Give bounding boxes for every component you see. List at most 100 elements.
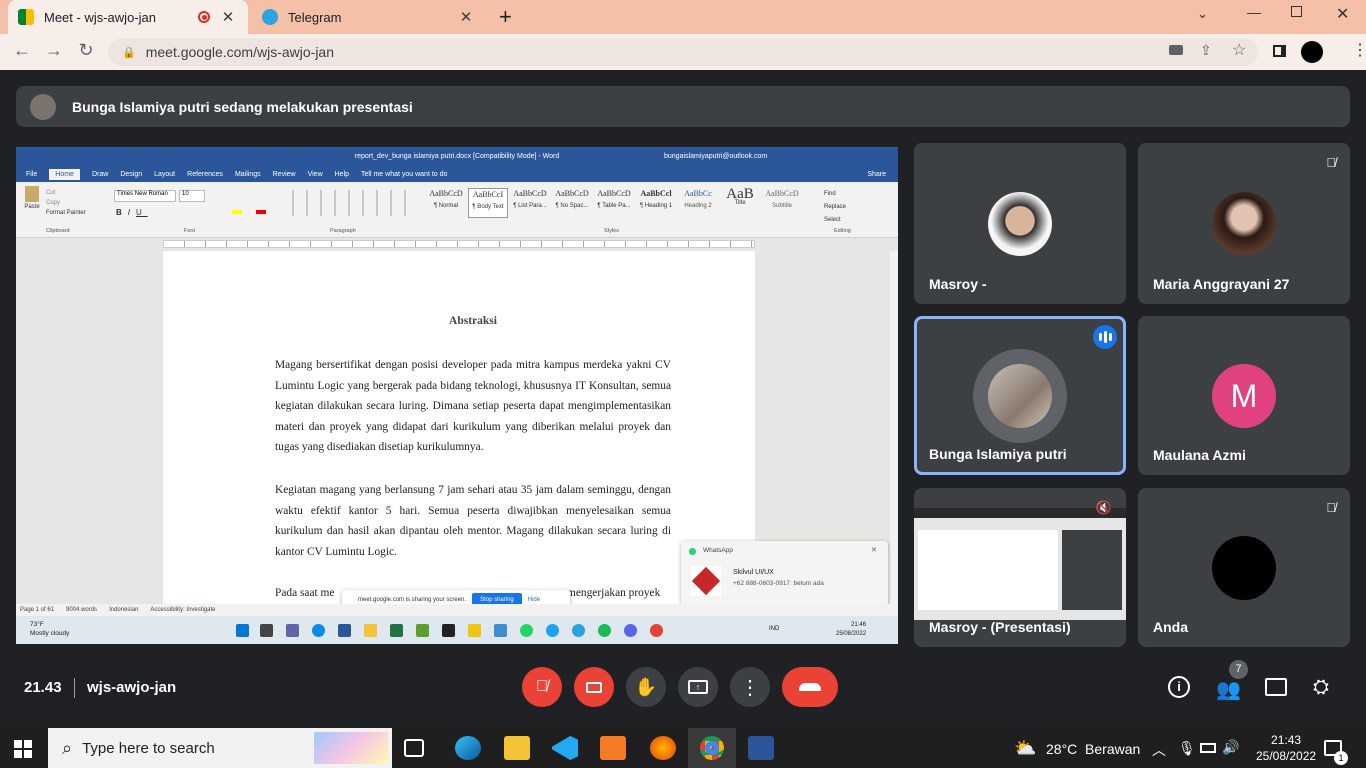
- font-color-icon[interactable]: [256, 210, 266, 214]
- style-body-text[interactable]: AaBbCcI ¶ Body Text: [468, 188, 508, 218]
- firefox-icon[interactable]: [650, 736, 676, 760]
- style-list-paragraph[interactable]: AaBbCcD ¶ List Para...: [510, 188, 550, 218]
- sharing-notice-text: meet.google.com is sharing your screen.: [358, 597, 467, 603]
- whatsapp-body: +62 888-0603-0917: belum ada: [733, 580, 824, 587]
- participant-photo: [988, 192, 1052, 256]
- ribbon-tab-mailings[interactable]: Mailings: [235, 171, 261, 178]
- reload-icon[interactable]: ↻: [75, 40, 97, 61]
- minimize-icon[interactable]: —: [1247, 4, 1261, 20]
- ribbon-tab-references[interactable]: References: [187, 171, 223, 178]
- share-icon[interactable]: ⇪: [1200, 42, 1212, 59]
- back-icon[interactable]: ←: [11, 40, 33, 61]
- hide-button[interactable]: Hide: [528, 597, 540, 603]
- font-size-select[interactable]: 10: [179, 190, 205, 202]
- tray-chevron-icon[interactable]: ︿: [1152, 740, 1166, 760]
- raise-hand-button[interactable]: ✋: [626, 667, 666, 707]
- participant-tile-maria[interactable]: 🎙̸ Maria Anggrayani 27: [1138, 143, 1350, 304]
- ribbon-tab-review[interactable]: Review: [273, 171, 296, 178]
- battery-icon[interactable]: [1200, 743, 1216, 753]
- paragraph-buttons[interactable]: [286, 190, 416, 216]
- style-normal[interactable]: AaBbCcD ¶ Normal: [426, 188, 466, 218]
- chrome-taskbar-active[interactable]: [688, 728, 736, 768]
- info-icon[interactable]: i: [1168, 676, 1190, 698]
- group-clipboard: Clipboard: [46, 228, 70, 234]
- style-heading-2[interactable]: AaBbCc Heading 2: [678, 188, 718, 218]
- style-no-spacing[interactable]: AaBbCcD ¶ No Spac...: [552, 188, 592, 218]
- windows-search-box[interactable]: ⌕ Type here to search: [48, 728, 392, 768]
- ribbon-tab-home[interactable]: Home: [49, 168, 80, 180]
- present-button[interactable]: ↑: [678, 667, 718, 707]
- sidepanel-icon[interactable]: [1273, 45, 1286, 57]
- font-name-select[interactable]: Times New Roman: [114, 190, 176, 202]
- replace-button[interactable]: Replace: [824, 201, 846, 214]
- camera-toggle-button[interactable]: [574, 667, 614, 707]
- close-window-icon[interactable]: ✕: [1336, 4, 1349, 24]
- windows-start-icon[interactable]: [14, 740, 32, 758]
- task-view-icon[interactable]: [404, 739, 424, 757]
- edge-icon[interactable]: [455, 736, 481, 760]
- style-title[interactable]: AaB Title: [720, 187, 760, 218]
- new-tab-button[interactable]: +: [499, 4, 521, 30]
- participant-tile-masroy[interactable]: Masroy -: [914, 143, 1126, 304]
- chat-icon[interactable]: [1265, 678, 1287, 696]
- ribbon-tab-design[interactable]: Design: [120, 171, 142, 178]
- recording-icon: [198, 11, 210, 23]
- vertical-scrollbar[interactable]: [890, 251, 898, 604]
- select-button[interactable]: Select: [824, 214, 846, 227]
- close-icon[interactable]: ✕: [871, 546, 877, 554]
- people-icon[interactable]: 👥: [1216, 677, 1241, 702]
- address-bar[interactable]: 🔒 meet.google.com/wjs-awjo-jan: [108, 38, 1258, 66]
- style-table-paragraph[interactable]: AaBbCcD ¶ Table Pa...: [594, 188, 634, 218]
- participant-tile-self[interactable]: 🎙̸ Anda: [1138, 488, 1350, 647]
- whatsapp-notification[interactable]: WhatsApp ✕ Skilvul UI/UX +62 888-0603-09…: [681, 541, 888, 606]
- ribbon-tab-view[interactable]: View: [308, 171, 323, 178]
- share-button[interactable]: Share: [867, 171, 886, 178]
- mic-toggle-button[interactable]: 🎙̸: [522, 667, 562, 707]
- copy-button[interactable]: Copy: [46, 198, 86, 208]
- word-count: 9004 words: [66, 607, 98, 613]
- tab-meet[interactable]: Meet - wjs-awjo-jan ✕: [8, 0, 248, 34]
- paste-button[interactable]: Paste: [22, 186, 42, 210]
- meeting-code: wjs-awjo-jan: [87, 679, 177, 696]
- chevron-down-icon[interactable]: ⌄: [1197, 6, 1208, 22]
- bookmark-star-icon[interactable]: ☆: [1232, 40, 1246, 60]
- participant-tile-masroy-presentation[interactable]: 🔇 Masroy - (Presentasi): [914, 488, 1126, 647]
- style-subtitle[interactable]: AaBbCcD Subtitle: [762, 188, 802, 218]
- close-tab-icon[interactable]: ✕: [218, 8, 238, 26]
- format-painter-button[interactable]: Format Painter: [46, 208, 86, 218]
- word-ribbon-tabs: File Home Draw Design Layout References …: [16, 166, 898, 182]
- word-taskbar-icon[interactable]: [748, 736, 774, 760]
- participant-tile-maulana[interactable]: M Maulana Azmi: [1138, 316, 1350, 475]
- menu-kebab-icon[interactable]: ⋮: [1352, 40, 1366, 60]
- font-format-buttons[interactable]: BIU: [116, 208, 148, 217]
- file-explorer-icon[interactable]: [504, 736, 530, 760]
- taskview-icon: [260, 624, 273, 637]
- windows-weather[interactable]: 28°C Berawan: [1046, 741, 1140, 757]
- activities-icon[interactable]: ⛭: [1313, 676, 1329, 699]
- forward-icon[interactable]: →: [43, 40, 65, 61]
- style-heading-1[interactable]: AaBbCcl ¶ Heading 1: [636, 188, 676, 218]
- windows-clock[interactable]: 21:43 25/08/2022: [1256, 732, 1316, 764]
- find-button[interactable]: Find: [824, 188, 846, 201]
- xampp-icon[interactable]: [600, 736, 626, 760]
- leave-call-button[interactable]: [782, 667, 838, 707]
- ribbon-tab-file[interactable]: File: [26, 171, 37, 178]
- ribbon-tab-layout[interactable]: Layout: [154, 171, 175, 178]
- volume-icon[interactable]: 🔊: [1222, 739, 1239, 756]
- close-tab-icon[interactable]: ✕: [456, 8, 476, 26]
- tell-me-search[interactable]: Tell me what you want to do: [361, 171, 447, 178]
- camera-icon[interactable]: [1169, 45, 1183, 55]
- word-icon: [338, 624, 351, 637]
- restore-icon[interactable]: [1291, 6, 1302, 17]
- excel-icon: [390, 624, 403, 637]
- more-options-button[interactable]: ⋮: [730, 667, 770, 707]
- group-font: Font: [184, 228, 196, 234]
- profile-avatar[interactable]: [1301, 41, 1323, 63]
- ribbon-tab-help[interactable]: Help: [335, 171, 349, 178]
- highlight-icon[interactable]: [232, 210, 242, 214]
- style-h2-preview: AaBbCc: [684, 189, 712, 198]
- tab-telegram[interactable]: Telegram ✕: [252, 0, 486, 34]
- cut-button[interactable]: Cut: [46, 188, 86, 198]
- participant-tile-bunga[interactable]: Bunga Islamiya putri: [914, 316, 1126, 475]
- ribbon-tab-draw[interactable]: Draw: [92, 171, 108, 178]
